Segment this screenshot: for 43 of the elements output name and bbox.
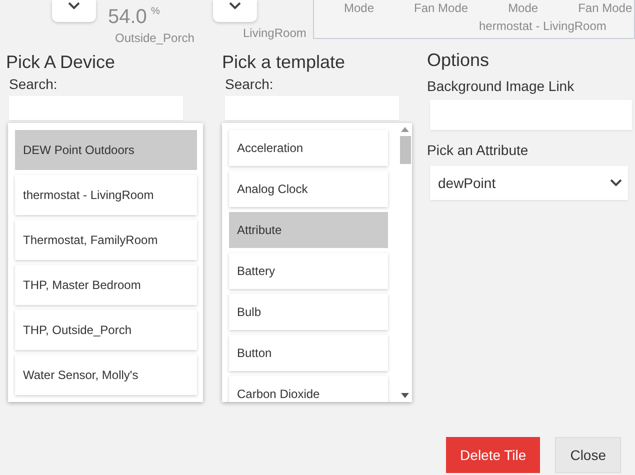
tile-label: Outside_Porch: [115, 31, 196, 45]
tile-label: hermostat - LivingRoom: [479, 19, 608, 33]
chevron-down-icon: [68, 2, 80, 10]
close-button[interactable]: Close: [555, 437, 621, 473]
delete-button[interactable]: Delete Tile: [446, 437, 540, 473]
device-search-field[interactable]: [9, 96, 183, 120]
template-item[interactable]: Analog Clock: [229, 171, 388, 207]
device-item[interactable]: thermostat - LivingRoom: [15, 175, 197, 215]
search-label: Search:: [225, 76, 274, 92]
unit-label: %: [150, 6, 160, 17]
chevron-down-icon: [229, 2, 241, 10]
template-search-field[interactable]: [225, 96, 399, 120]
scroll-up-icon[interactable]: [401, 127, 409, 132]
chevron-down-icon: [610, 179, 622, 187]
field-label: Pick an Attribute: [427, 142, 530, 158]
device-item[interactable]: DEW Point Outdoors: [15, 130, 197, 170]
device-item[interactable]: Water Sensor, Molly's: [15, 355, 197, 395]
section-title: Pick A Device: [6, 52, 116, 73]
search-label: Search:: [9, 76, 58, 92]
section-title: Pick a template: [222, 52, 346, 73]
attribute-dropdown[interactable]: dewPoint: [430, 166, 628, 200]
sensor-reading: 54.0: [108, 6, 147, 29]
scroll-down-icon[interactable]: [401, 393, 409, 398]
template-item[interactable]: Bulb: [229, 294, 388, 330]
template-item[interactable]: Battery: [229, 253, 388, 289]
section-title: Options: [427, 50, 490, 71]
mode-label: Mode: [508, 1, 538, 15]
tile-label: LivingRoom: [243, 26, 308, 40]
template-item[interactable]: Acceleration: [229, 130, 388, 166]
field-label: Background Image Link: [427, 78, 576, 94]
template-item[interactable]: Attribute: [229, 212, 388, 248]
mode-label: Mode: [344, 1, 374, 15]
tile-button[interactable]: [52, 0, 96, 22]
template-item[interactable]: Button: [229, 335, 388, 371]
device-item[interactable]: Thermostat, FamilyRoom: [15, 220, 197, 260]
mode-label: Fan Mode: [414, 1, 468, 15]
mode-label: Fan Mode: [578, 1, 632, 15]
scroll-thumb[interactable]: [400, 136, 410, 164]
device-item[interactable]: THP, Outside_Porch: [15, 310, 197, 350]
template-item[interactable]: Carbon Dioxide: [229, 376, 388, 402]
device-item[interactable]: THP, Master Bedroom: [15, 265, 197, 305]
tile-button[interactable]: [213, 0, 257, 22]
background-image-field[interactable]: [430, 100, 632, 130]
